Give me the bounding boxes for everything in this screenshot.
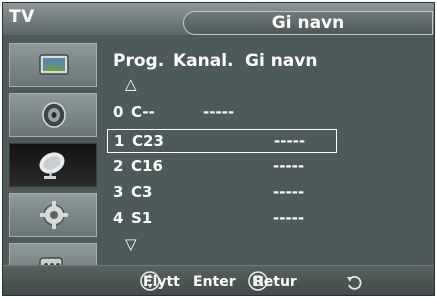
prog-number: 2 (113, 157, 124, 175)
channel-row[interactable]: 0 C-- ----- (113, 101, 413, 123)
return-icon[interactable] (345, 273, 363, 291)
column-prog: Prog. (113, 51, 165, 71)
channel-name: ----- (273, 183, 305, 201)
sidebar-item-setup[interactable] (9, 193, 97, 237)
channel-list: Prog. Kanal. Gi navn △ 0 C-- ----- 1 C23… (103, 43, 433, 273)
channel-name: ----- (203, 103, 235, 121)
scroll-up-arrow[interactable]: △ (125, 75, 137, 93)
sidebar (9, 43, 97, 291)
channel-code: C3 (131, 183, 153, 201)
scroll-down-arrow[interactable]: ▽ (125, 235, 137, 253)
menu-title: Gi navn (271, 13, 345, 33)
footer-bar: Flytt Enter Retur (3, 265, 434, 295)
footer-return-label: Retur (253, 274, 297, 290)
sidebar-item-channel[interactable] (9, 143, 97, 187)
prog-number: 1 (114, 132, 125, 150)
prog-number: 4 (113, 209, 124, 227)
picture-icon (39, 54, 69, 75)
prog-number: 0 (113, 103, 124, 121)
sidebar-item-picture[interactable] (9, 43, 97, 87)
channel-row[interactable]: 4 S1 ----- (113, 207, 413, 229)
channel-name: ----- (274, 132, 306, 150)
sidebar-item-sound[interactable] (9, 93, 97, 137)
tv-menu-screen: TV Gi navn Prog. Kanal. Gi navn △ 0 C-- … (2, 2, 435, 296)
channel-code: C-- (131, 103, 155, 121)
channel-code: C23 (132, 132, 164, 150)
footer-move-label: Flytt (143, 274, 180, 290)
tv-label: TV (9, 7, 35, 27)
setup-icon (40, 201, 68, 229)
channel-name: ----- (273, 209, 305, 227)
channel-name: ----- (273, 157, 305, 175)
channel-icon (39, 152, 65, 179)
column-gi-navn: Gi navn (245, 51, 318, 71)
channel-row[interactable]: 2 C16 ----- (113, 155, 413, 177)
prog-number: 3 (113, 183, 124, 201)
menu-title-box: Gi navn (183, 11, 433, 35)
footer-enter-label: Enter (193, 274, 236, 290)
title-bar: TV Gi navn (3, 3, 434, 35)
channel-row-selected[interactable]: 1 C23 ----- (107, 129, 337, 153)
column-kanal: Kanal. (173, 51, 234, 71)
channel-code: S1 (131, 209, 153, 227)
channel-code: C16 (131, 157, 163, 175)
channel-row[interactable]: 3 C3 ----- (113, 181, 413, 203)
sound-icon (42, 102, 66, 128)
